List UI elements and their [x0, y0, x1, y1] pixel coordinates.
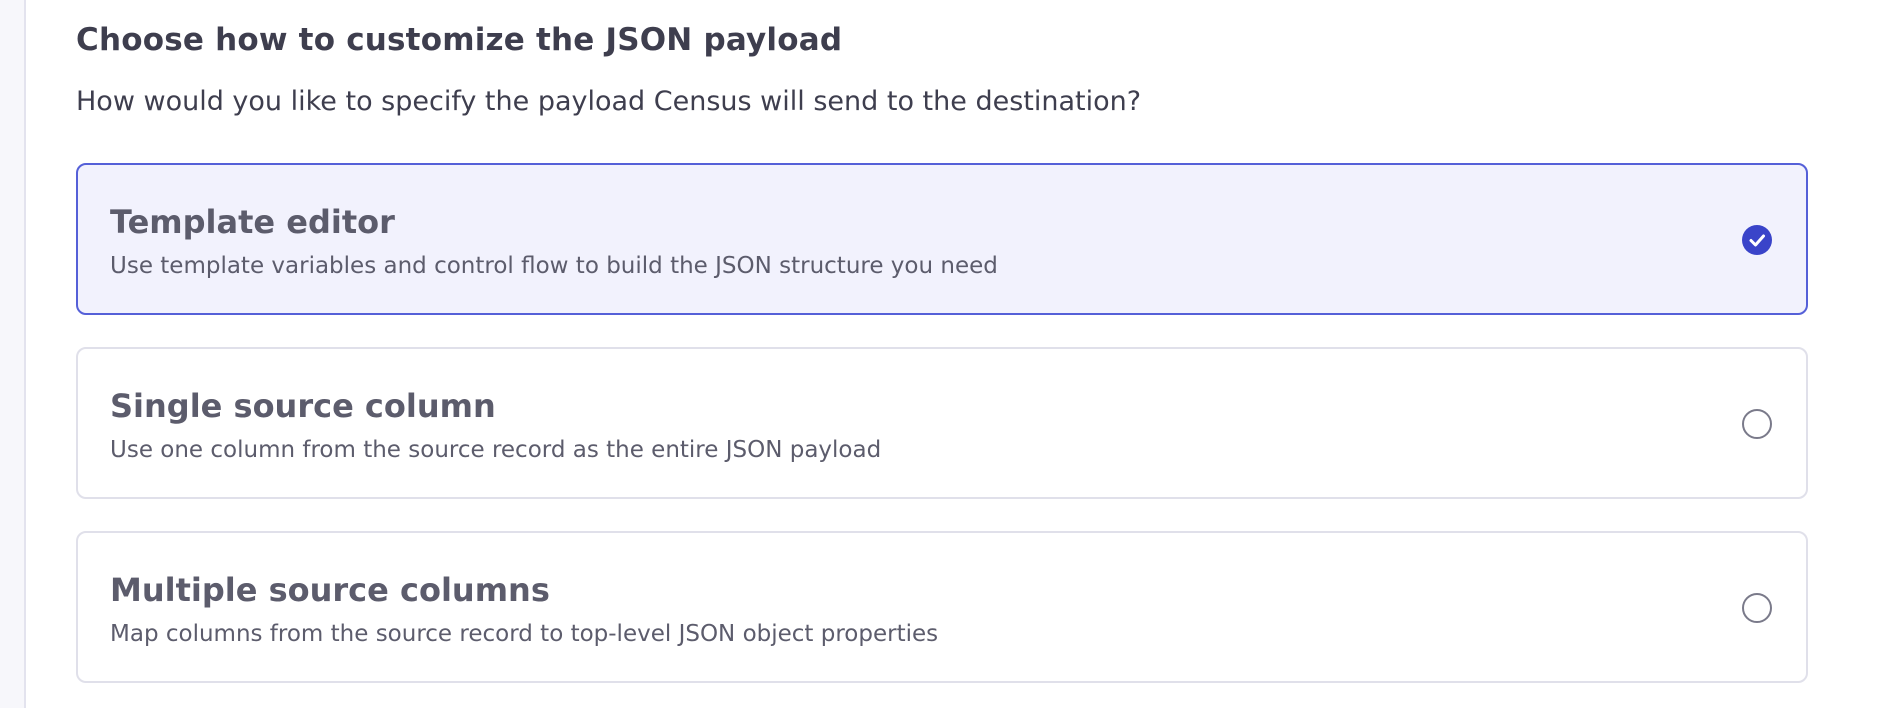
option-title: Single source column	[110, 387, 496, 425]
option-description: Use template variables and control flow …	[110, 253, 998, 279]
section-title: Choose how to customize the JSON payload	[76, 22, 843, 58]
check-circle-icon[interactable]	[1742, 225, 1772, 255]
option-title: Template editor	[110, 203, 395, 241]
option-single-source-column[interactable]: Single source column Use one column from…	[76, 347, 1808, 499]
section-description: How would you like to specify the payloa…	[76, 86, 1142, 117]
page: Choose how to customize the JSON payload…	[0, 0, 1882, 708]
option-multiple-source-columns[interactable]: Multiple source columns Map columns from…	[76, 531, 1808, 683]
radio-empty-icon[interactable]	[1742, 409, 1772, 439]
option-title: Multiple source columns	[110, 571, 550, 609]
payload-config-panel: Choose how to customize the JSON payload…	[24, 0, 1882, 708]
option-description: Map columns from the source record to to…	[110, 621, 939, 647]
option-description: Use one column from the source record as…	[110, 437, 882, 463]
option-template-editor[interactable]: Template editor Use template variables a…	[76, 163, 1808, 315]
radio-empty-icon[interactable]	[1742, 593, 1772, 623]
